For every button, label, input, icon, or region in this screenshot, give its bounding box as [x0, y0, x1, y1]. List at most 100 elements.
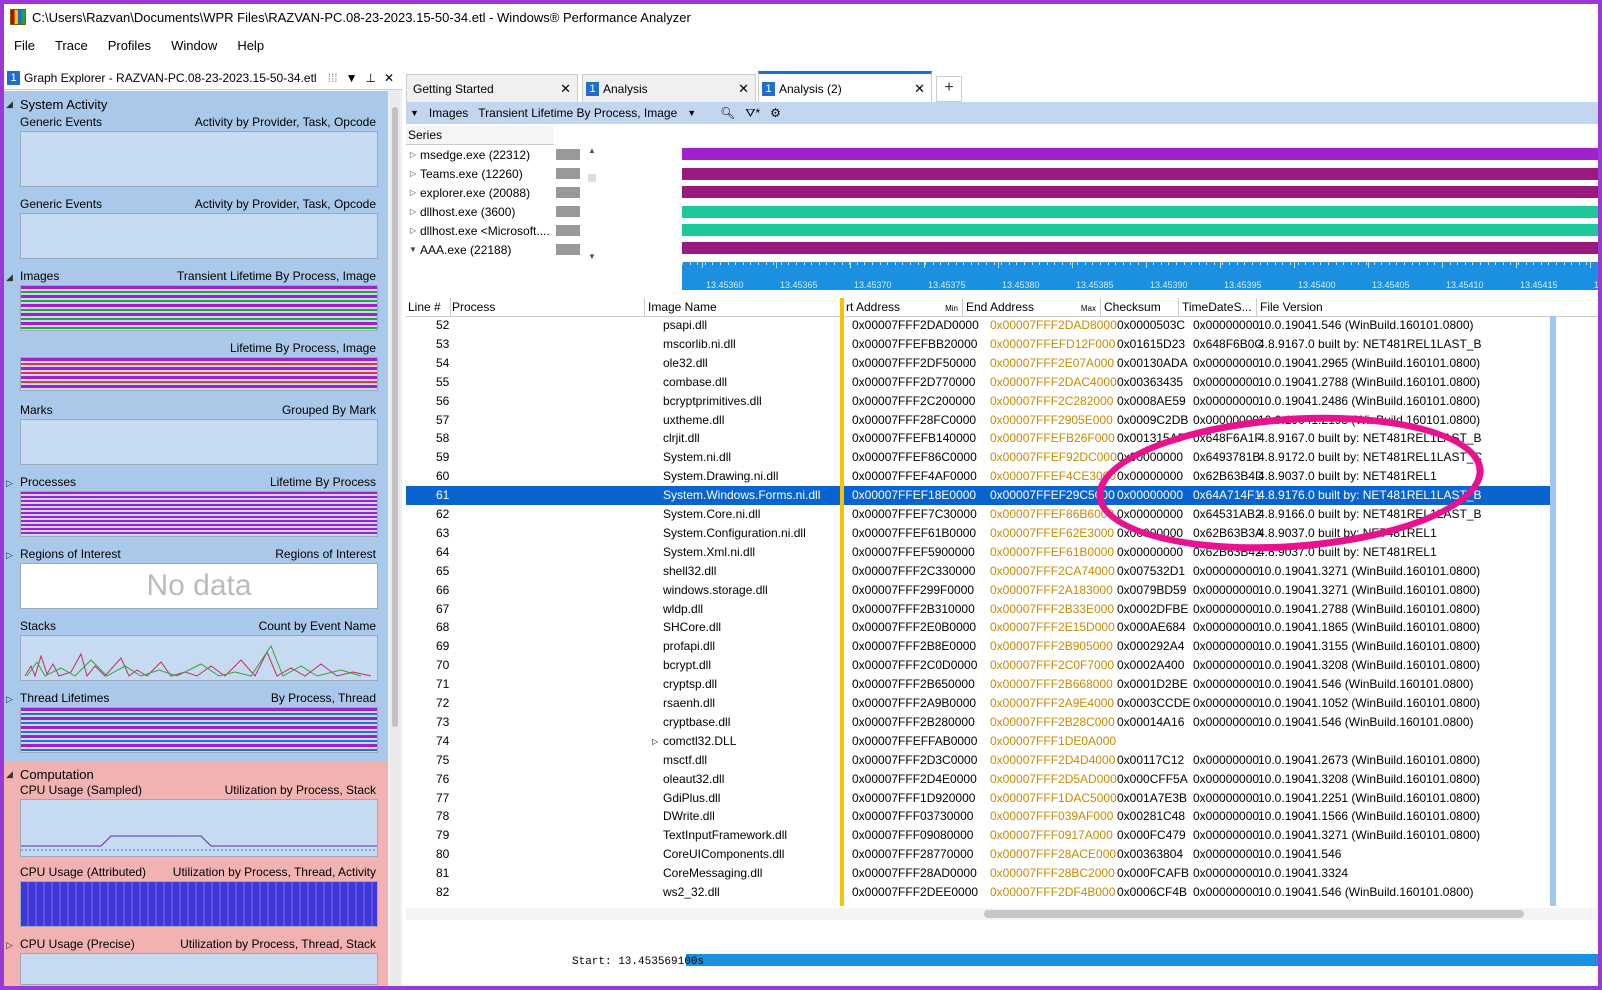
graph-title[interactable]: Generic Events — [20, 197, 102, 211]
table-row[interactable]: 72 rsaenh.dll 0x00007FFF2A9B0000 0x00007FFF… — [406, 694, 1556, 713]
selection-strip[interactable] — [686, 954, 1598, 966]
expand-arrow-icon[interactable]: ▷ — [6, 940, 13, 951]
scroll-thumb[interactable] — [984, 910, 1524, 918]
graph-thumbnail[interactable] — [20, 881, 378, 927]
graph-title[interactable]: CPU Usage (Attributed) — [20, 865, 146, 879]
table-row[interactable]: 64 System.Xml.ni.dll 0x00007FFEF5900000 0x0… — [406, 543, 1556, 562]
collapse-arrow-icon[interactable]: ◢ — [6, 99, 13, 110]
collapse-arrow-icon[interactable]: ▼ — [406, 245, 420, 254]
graph-explorer-scroll-thumb[interactable] — [392, 107, 398, 727]
table-row[interactable]: 81 CoreMessaging.dll 0x00007FFF28AD0000 0x0… — [406, 864, 1556, 883]
close-icon[interactable]: ✕ — [914, 81, 925, 97]
grip-icon[interactable]: ⁞⁞⁞ — [328, 71, 338, 85]
collapse-arrow-icon[interactable]: ◢ — [6, 272, 13, 283]
graph-thumbnail[interactable] — [20, 953, 378, 985]
graph-thumbnail[interactable] — [20, 635, 378, 681]
table-row[interactable]: 70 bcrypt.dll 0x00007FFF2C0D0000 0x00007FFF… — [406, 656, 1556, 675]
menu-file[interactable]: File — [4, 38, 45, 53]
time-axis[interactable]: 13.45360 13.45365 13.45370 13.45375 13.45380… — [682, 262, 1598, 290]
graph-title[interactable]: Processes — [20, 475, 76, 489]
table-row[interactable]: 79 TextInputFramework.dll 0x00007FFF090800… — [406, 826, 1556, 845]
dropdown-icon[interactable]: ▼ — [346, 71, 358, 85]
tab-analysis[interactable]: 1 Analysis ✕ — [582, 74, 756, 104]
menu-help[interactable]: Help — [227, 38, 274, 53]
graph-title[interactable]: CPU Usage (Precise) — [20, 937, 135, 951]
table-row[interactable]: 67 wldp.dll 0x00007FFF2B310000 0x00007FFF2B… — [406, 600, 1556, 619]
table-row[interactable]: 52 psapi.dll 0x00007FFF2DAD0000 0x00007FFF2… — [406, 316, 1556, 335]
filter-icon[interactable]: ⛛* — [745, 106, 760, 121]
graph-thumbnail[interactable] — [20, 285, 378, 331]
menu-profiles[interactable]: Profiles — [98, 38, 161, 53]
series-scrollbar[interactable]: ▲ ▼ — [586, 146, 598, 264]
column-checksum[interactable]: Checksum — [1102, 298, 1179, 316]
graph-title[interactable]: CPU Usage (Sampled) — [20, 783, 142, 797]
table-name[interactable]: Images — [429, 106, 468, 120]
graph-title[interactable]: Generic Events — [20, 115, 102, 129]
table-row[interactable]: 68 SHCore.dll 0x00007FFF2E0B0000 0x00007FFF… — [406, 618, 1556, 637]
series-item[interactable]: ▼ AAA.exe (22188) — [406, 240, 602, 259]
table-row[interactable]: 74 comctl32.DLL 0x00007FFEFFAB0000 0x00007F… — [406, 732, 1556, 751]
table-row[interactable]: 76 oleaut32.dll 0x00007FFF2D4E0000 0x00007F… — [406, 770, 1556, 789]
table-row[interactable]: 82 ws2_32.dll 0x00007FFF2DEE0000 0x00007FFF… — [406, 883, 1556, 902]
series-item[interactable]: ▷ dllhost.exe (3600) — [406, 202, 602, 221]
search-icon[interactable]: 🔍︎ — [720, 106, 735, 120]
section-system-activity[interactable]: System Activity — [20, 97, 107, 112]
column-divider[interactable] — [840, 298, 844, 906]
section-computation[interactable]: Computation — [20, 767, 94, 782]
menu-trace[interactable]: Trace — [45, 38, 98, 53]
expand-arrow-icon[interactable]: ▷ — [6, 478, 13, 489]
scroll-up-icon[interactable]: ▲ — [588, 146, 596, 155]
series-swatch[interactable] — [556, 168, 580, 179]
menu-window[interactable]: Window — [161, 38, 227, 53]
graph-thumbnail[interactable] — [20, 491, 378, 537]
graph-thumbnail[interactable] — [20, 357, 378, 391]
column-line[interactable]: Line # — [406, 298, 451, 316]
column-end-address[interactable]: End Address Max — [964, 298, 1101, 316]
gear-icon[interactable]: ⚙ — [770, 106, 781, 120]
graph-thumbnail[interactable] — [20, 419, 378, 465]
expand-arrow-icon[interactable]: ▷ — [406, 169, 420, 178]
close-icon[interactable]: ✕ — [738, 81, 749, 97]
series-item[interactable]: ▷ dllhost.exe <Microsoft.... — [406, 221, 602, 240]
collapse-arrow-icon[interactable]: ▼ — [410, 108, 419, 118]
table-row[interactable]: 56 bcryptprimitives.dll 0x00007FFF2C200000… — [406, 392, 1556, 411]
no-data-placeholder[interactable]: No data — [20, 563, 378, 609]
column-image-name[interactable]: Image Name — [646, 298, 841, 316]
table-row[interactable]: 65 shell32.dll 0x00007FFF2C330000 0x00007FF… — [406, 562, 1556, 581]
series-swatch[interactable] — [556, 206, 580, 217]
table-row[interactable]: 53 mscorlib.ni.dll 0x00007FFEFBB20000 0x000… — [406, 335, 1556, 354]
series-swatch[interactable] — [556, 149, 580, 160]
table-row[interactable]: 71 cryptsp.dll 0x00007FFF2B650000 0x00007FF… — [406, 675, 1556, 694]
pin-icon[interactable]: ⊥ — [365, 71, 375, 85]
expand-arrow-icon[interactable]: ▷ — [406, 150, 420, 159]
close-icon[interactable]: ✕ — [560, 81, 571, 97]
table-row[interactable]: 69 profapi.dll 0x00007FFF2B8E0000 0x00007FF… — [406, 637, 1556, 656]
graph-title[interactable]: Regions of Interest — [20, 547, 121, 561]
series-swatch[interactable] — [556, 225, 580, 236]
expand-arrow-icon[interactable]: ▷ — [406, 226, 420, 235]
graph-thumbnail[interactable] — [20, 707, 378, 753]
graph-title[interactable]: Stacks — [20, 619, 56, 633]
table-hscrollbar[interactable] — [406, 908, 1598, 920]
chevron-down-icon[interactable]: ▼ — [687, 108, 696, 118]
table-row[interactable]: 55 combase.dll 0x00007FFF2D770000 0x00007FF… — [406, 373, 1556, 392]
table-row[interactable]: 80 CoreUIComponents.dll 0x00007FFF28770000… — [406, 845, 1556, 864]
table-row[interactable]: 73 cryptbase.dll 0x00007FFF2B280000 0x00007… — [406, 713, 1556, 732]
graph-title[interactable]: Thread Lifetimes — [20, 691, 109, 705]
expand-arrow-icon[interactable]: ▷ — [6, 550, 13, 561]
column-timedatestamp[interactable]: TimeDateS... — [1180, 298, 1257, 316]
tab-analysis-2[interactable]: 1 Analysis (2) ✕ — [758, 71, 932, 105]
table-row[interactable]: 75 msctf.dll 0x00007FFF2D3C0000 0x00007FFF2… — [406, 751, 1556, 770]
new-tab-button[interactable]: + — [936, 76, 962, 102]
series-swatch[interactable] — [556, 187, 580, 198]
collapse-arrow-icon[interactable]: ◢ — [6, 769, 13, 780]
preset-selector[interactable]: Transient Lifetime By Process, Image — [478, 106, 677, 120]
column-file-version[interactable]: File Version — [1258, 298, 1550, 316]
expand-arrow-icon[interactable]: ▷ — [406, 188, 420, 197]
scroll-thumb[interactable] — [588, 174, 596, 182]
table-row[interactable]: 54 ole32.dll 0x00007FFF2DF50000 0x00007FFF2… — [406, 354, 1556, 373]
expand-arrow-icon[interactable]: ▷ — [6, 694, 13, 705]
graph-title[interactable]: Marks — [20, 403, 53, 417]
series-item[interactable]: ▷ explorer.exe (20088) — [406, 183, 602, 202]
series-swatch[interactable] — [556, 244, 580, 255]
